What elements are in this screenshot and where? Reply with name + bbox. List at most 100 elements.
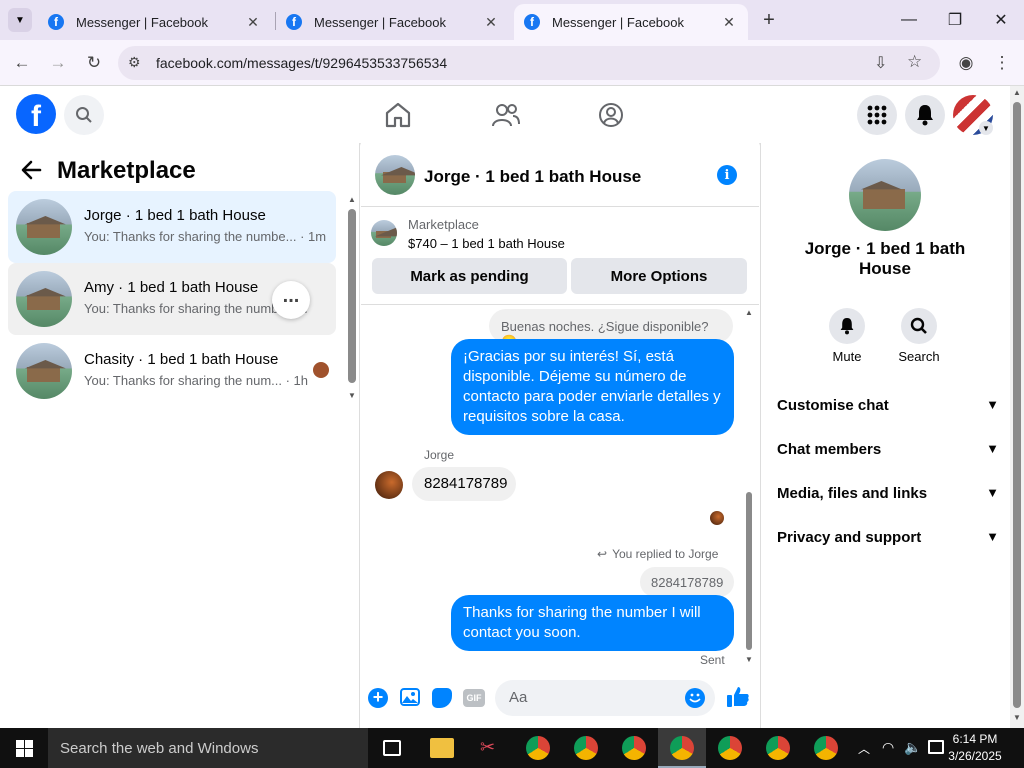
- close-tab-icon[interactable]: ✕: [244, 14, 262, 31]
- chevron-up-icon[interactable]: ︿: [858, 740, 870, 757]
- scrollbar-thumb[interactable]: [1013, 102, 1021, 708]
- taskbar-search-box[interactable]: Search the web and Windows: [48, 728, 368, 768]
- emoji-icon[interactable]: [685, 688, 705, 708]
- snipping-tool-icon[interactable]: ✂: [480, 737, 502, 759]
- facebook-logo-icon[interactable]: f: [16, 94, 56, 134]
- close-tab-icon[interactable]: ✕: [720, 14, 738, 31]
- chat-header-thumbnail[interactable]: [375, 155, 415, 195]
- scroll-down-arrow-icon[interactable]: ▼: [745, 655, 753, 664]
- chrome-profile-icon[interactable]: [670, 736, 694, 760]
- scrollbar-thumb[interactable]: [746, 492, 752, 650]
- close-window-button[interactable]: ✕: [978, 0, 1024, 40]
- sticker-icon[interactable]: [432, 688, 452, 708]
- windows-taskbar: Search the web and Windows ✂ ︿ ◠ 🔈 6:14 …: [0, 728, 1024, 768]
- volume-icon[interactable]: 🔈: [904, 739, 921, 756]
- site-info-icon[interactable]: ⚙: [128, 54, 141, 71]
- scroll-up-arrow-icon[interactable]: ▲: [745, 308, 753, 317]
- chrome-icon[interactable]: [526, 736, 550, 760]
- thumbs-up-icon[interactable]: [726, 686, 750, 713]
- scroll-down-arrow-icon[interactable]: ▼: [1013, 713, 1021, 722]
- back-arrow-icon[interactable]: [20, 159, 42, 186]
- conversation-item-jorge[interactable]: Jorge · 1 bed 1 bath House You: Thanks f…: [8, 191, 336, 263]
- section-media-files-links[interactable]: Media, files and links ▼: [777, 485, 999, 502]
- chrome-profile-icon[interactable]: [574, 736, 598, 760]
- notifications-icon[interactable]: [928, 740, 944, 754]
- scroll-down-arrow-icon[interactable]: ▼: [348, 391, 356, 400]
- conversation-snippet: You: Thanks for sharing the numbe... · 1…: [84, 229, 327, 244]
- friends-icon[interactable]: [492, 102, 520, 133]
- section-privacy-support[interactable]: Privacy and support ▼: [777, 529, 999, 546]
- url-text[interactable]: facebook.com/messages/t/9296453533756534: [156, 55, 447, 71]
- task-view-icon[interactable]: [383, 740, 401, 756]
- browser-tab-3-active[interactable]: f Messenger | Facebook ✕: [514, 4, 748, 40]
- mark-as-pending-button[interactable]: Mark as pending: [372, 258, 567, 294]
- browser-tab-2[interactable]: f Messenger | Facebook ✕: [276, 4, 510, 40]
- mute-bell-icon[interactable]: [829, 308, 865, 344]
- notifications-bell-icon[interactable]: [905, 95, 945, 135]
- section-chat-members[interactable]: Chat members ▼: [777, 441, 999, 458]
- account-dropdown-icon[interactable]: ▼: [979, 121, 993, 135]
- forward-arrow-icon[interactable]: →: [44, 49, 72, 77]
- restore-window-button[interactable]: ❐: [932, 0, 978, 40]
- chrome-profile-icon[interactable]: [718, 736, 742, 760]
- groups-icon[interactable]: [598, 102, 624, 133]
- more-options-button[interactable]: More Options: [571, 258, 747, 294]
- address-bar[interactable]: ⚙ facebook.com/messages/t/92964535337565…: [118, 46, 940, 80]
- message-bubble-outgoing-en[interactable]: Thanks for sharing the number I will con…: [451, 595, 734, 651]
- listing-price[interactable]: $740 – 1 bed 1 bath House: [408, 236, 565, 251]
- listing-banner-thumbnail[interactable]: [371, 220, 397, 246]
- back-arrow-icon[interactable]: ←: [8, 49, 36, 77]
- facebook-favicon-icon: f: [48, 14, 64, 30]
- tab-title: Messenger | Facebook: [76, 14, 208, 30]
- profile-icon[interactable]: ◉: [952, 49, 980, 77]
- bookmark-star-icon[interactable]: ☆: [907, 52, 922, 72]
- scroll-up-arrow-icon[interactable]: ▲: [348, 195, 356, 204]
- taskbar-time[interactable]: 6:14 PM: [950, 732, 1000, 746]
- quoted-number-text: 8284178789: [651, 575, 724, 590]
- section-customise-chat[interactable]: Customise chat ▼: [777, 397, 999, 414]
- message-bubble-incoming-number[interactable]: 8284178789: [412, 467, 516, 501]
- message-bubble-outgoing-es[interactable]: ¡Gracias por su interés! Sí, está dispon…: [451, 339, 734, 435]
- taskbar-date[interactable]: 3/26/2025: [948, 749, 1002, 763]
- listing-thumbnail: [16, 343, 72, 399]
- gif-icon[interactable]: GIF: [463, 689, 485, 707]
- conversation-item-chasity[interactable]: Chasity · 1 bed 1 bath House You: Thanks…: [8, 335, 336, 407]
- scroll-up-arrow-icon[interactable]: ▲: [1013, 88, 1021, 97]
- search-icon[interactable]: [901, 308, 937, 344]
- chrome-profile-icon[interactable]: [766, 736, 790, 760]
- facebook-header: f ▼: [0, 86, 1010, 143]
- ellipsis-icon[interactable]: ...: [272, 281, 310, 319]
- close-tab-icon[interactable]: ✕: [482, 14, 500, 31]
- chrome-profile-icon[interactable]: [622, 736, 646, 760]
- sender-avatar[interactable]: [375, 471, 403, 499]
- profile-thumbnail[interactable]: [849, 159, 921, 231]
- browser-menu-icon[interactable]: ⋮: [988, 49, 1016, 77]
- reload-icon[interactable]: ↻: [80, 49, 108, 77]
- message-input[interactable]: Aa: [495, 680, 715, 716]
- chrome-profile-icon[interactable]: [814, 736, 838, 760]
- scrollbar-thumb[interactable]: [348, 209, 356, 383]
- install-app-icon[interactable]: ⇩: [874, 53, 887, 73]
- start-windows-icon[interactable]: [16, 740, 33, 762]
- search-icon[interactable]: [64, 95, 104, 135]
- chat-panel: Jorge · 1 bed 1 bath House i Marketplace…: [361, 143, 759, 728]
- new-tab-button[interactable]: +: [758, 8, 780, 32]
- wifi-icon[interactable]: ◠: [882, 739, 894, 756]
- tab-search-dropdown[interactable]: ▼: [8, 8, 32, 32]
- chat-scrollbar[interactable]: ▲ ▼: [745, 308, 753, 665]
- account-avatar[interactable]: ▼: [953, 95, 993, 135]
- conversation-item-amy[interactable]: Amy · 1 bed 1 bath House You: Thanks for…: [8, 263, 336, 335]
- message-thread: Buenas noches. ¿Sigue disponible? 😊 ¡Gra…: [361, 306, 759, 668]
- add-attachment-icon[interactable]: +: [368, 687, 388, 708]
- chat-details-panel: Jorge · 1 bed 1 bath House Mute Search C…: [760, 143, 1010, 728]
- home-icon[interactable]: [384, 102, 412, 133]
- file-explorer-icon[interactable]: [430, 738, 454, 758]
- menu-grid-icon[interactable]: [857, 95, 897, 135]
- browser-tab-1[interactable]: f Messenger | Facebook ✕: [38, 4, 272, 40]
- page-scrollbar[interactable]: ▲ ▼: [1010, 86, 1024, 728]
- info-icon[interactable]: i: [717, 165, 737, 185]
- minimize-window-button[interactable]: —: [886, 0, 932, 40]
- list-scrollbar[interactable]: ▲ ▼: [348, 195, 356, 400]
- photo-icon[interactable]: [400, 688, 420, 706]
- chat-header-title[interactable]: Jorge · 1 bed 1 bath House: [424, 167, 641, 187]
